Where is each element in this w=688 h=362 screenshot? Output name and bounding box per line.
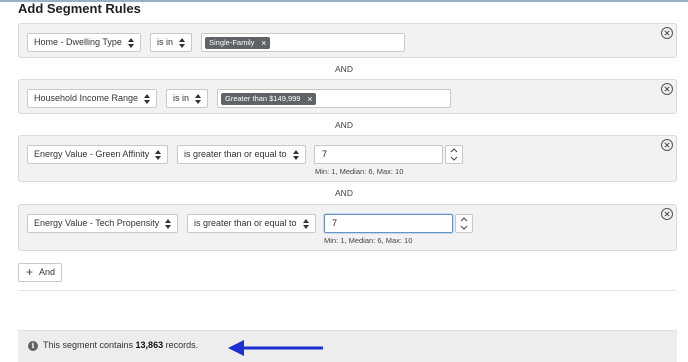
operator-select[interactable]: is in: [150, 33, 192, 52]
remove-tag-icon[interactable]: ×: [307, 93, 312, 105]
operator-select-value: is in: [157, 37, 174, 47]
section-divider: [18, 290, 677, 291]
value-tag: Single-Family ×: [205, 37, 271, 49]
field-select[interactable]: Energy Value - Tech Propensity: [27, 214, 178, 233]
value-spinner[interactable]: [455, 214, 473, 233]
remove-rule-close-icon[interactable]: [661, 139, 673, 151]
sort-arrows-icon: [293, 150, 299, 160]
spinner-arrows-icon: [450, 148, 458, 161]
summary-prefix: This segment contains: [43, 340, 136, 350]
field-select-value: Home - Dwelling Type: [34, 37, 122, 47]
remove-tag-icon[interactable]: ×: [261, 37, 266, 49]
operator-select-value: is greater than or equal to: [184, 149, 287, 159]
field-select-value: Household Income Range: [34, 93, 139, 103]
rule-card-dwelling-type: Home - Dwelling Type is in Single-Family…: [18, 23, 677, 58]
sort-arrows-icon: [144, 94, 150, 104]
and-connector: AND: [335, 64, 353, 74]
sort-arrows-icon: [303, 219, 309, 229]
rule-card-green-affinity: Energy Value - Green Affinity is greater…: [18, 135, 677, 182]
value-number-input[interactable]: 7: [314, 145, 443, 164]
operator-select[interactable]: is greater than or equal to: [177, 145, 306, 164]
add-and-rule-label: And: [39, 267, 56, 277]
value-tag-label: Greater than $149,999: [225, 94, 301, 103]
field-select-value: Energy Value - Green Affinity: [34, 149, 150, 159]
values-multiselect[interactable]: Single-Family ×: [201, 33, 405, 52]
add-and-rule-button[interactable]: + And: [18, 263, 62, 282]
rule-card-tech-propensity: Energy Value - Tech Propensity is greate…: [18, 204, 677, 251]
and-connector: AND: [335, 120, 353, 130]
operator-select[interactable]: is in: [166, 89, 208, 108]
spinner-arrows-icon: [460, 217, 468, 230]
value-tag: Greater than $149,999 ×: [221, 93, 317, 105]
summary-suffix: records.: [163, 340, 199, 350]
info-icon: i: [28, 341, 38, 351]
remove-rule-close-icon[interactable]: [661, 83, 673, 95]
arrow-left-icon: [228, 340, 323, 356]
record-count: 13,863: [135, 340, 164, 350]
remove-rule-close-icon[interactable]: [661, 27, 673, 39]
operator-select-value: is in: [173, 93, 190, 103]
value-tag-label: Single-Family: [209, 38, 255, 47]
value-range-hint: Min: 1, Median: 6, Max: 10: [324, 236, 413, 245]
segment-summary-bar: i This segment contains 13,863 records.: [18, 330, 677, 362]
page-title: Add Segment Rules: [18, 1, 141, 16]
rule-card-income-range: Household Income Range is in Greater tha…: [18, 79, 677, 114]
operator-select[interactable]: is greater than or equal to: [187, 214, 316, 233]
sort-arrows-icon: [165, 219, 171, 229]
value-spinner[interactable]: [445, 145, 463, 164]
segment-summary-text: This segment contains 13,863 records.: [43, 340, 198, 350]
field-select-value: Energy Value - Tech Propensity: [34, 218, 160, 228]
field-select[interactable]: Energy Value - Green Affinity: [27, 145, 168, 164]
operator-select-value: is greater than or equal to: [194, 218, 297, 228]
field-select[interactable]: Household Income Range: [27, 89, 157, 108]
plus-icon: +: [26, 265, 34, 279]
and-connector: AND: [335, 188, 353, 198]
sort-arrows-icon: [195, 94, 201, 104]
sort-arrows-icon: [155, 150, 161, 160]
sort-arrows-icon: [128, 38, 134, 48]
field-select[interactable]: Home - Dwelling Type: [27, 33, 141, 52]
remove-rule-close-icon[interactable]: [661, 208, 673, 220]
value-range-hint: Min: 1, Median: 6, Max: 10: [315, 167, 404, 176]
value-number-input[interactable]: 7: [324, 214, 453, 233]
values-multiselect[interactable]: Greater than $149,999 ×: [217, 89, 451, 108]
sort-arrows-icon: [179, 38, 185, 48]
